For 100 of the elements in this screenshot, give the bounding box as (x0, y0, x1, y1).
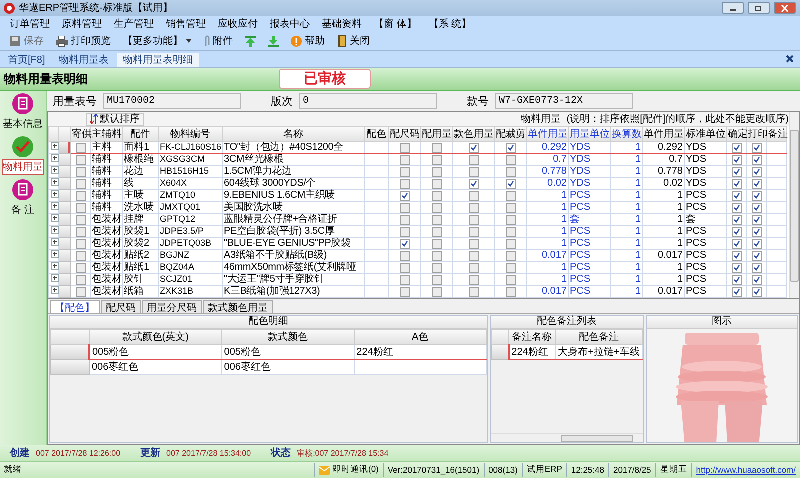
checkbox[interactable] (400, 190, 410, 200)
checkbox[interactable] (432, 154, 442, 164)
checkbox[interactable] (468, 214, 478, 224)
checkbox[interactable] (732, 166, 742, 176)
checkbox[interactable] (752, 238, 762, 248)
checkbox[interactable] (752, 226, 762, 236)
checkbox[interactable] (76, 238, 86, 248)
checkbox[interactable] (732, 226, 742, 236)
checkbox[interactable] (468, 250, 478, 260)
checkbox[interactable] (752, 250, 762, 260)
checkbox[interactable] (752, 274, 762, 284)
checkbox[interactable] (432, 226, 442, 236)
sort-button[interactable]: 默认排序 (86, 112, 144, 126)
checkbox[interactable] (506, 214, 516, 224)
checkbox[interactable] (468, 202, 478, 212)
checkbox[interactable] (400, 214, 410, 224)
checkbox[interactable] (432, 286, 442, 296)
sidebar-item[interactable]: 基本信息 (2, 93, 44, 132)
checkbox[interactable] (432, 262, 442, 272)
checkbox[interactable] (76, 226, 86, 236)
menu-item[interactable]: 【系 统】 (428, 17, 472, 31)
checkbox[interactable] (432, 250, 442, 260)
checkbox[interactable] (468, 226, 478, 236)
checkbox[interactable] (732, 190, 742, 200)
checkbox[interactable] (506, 286, 516, 296)
checkbox[interactable] (468, 142, 478, 152)
menu-item[interactable]: 报表中心 (270, 17, 310, 31)
checkbox[interactable] (468, 154, 478, 164)
column-header[interactable]: 备注 (766, 126, 786, 142)
checkbox[interactable] (732, 238, 742, 248)
move-button[interactable] (243, 33, 258, 49)
checkbox[interactable] (506, 250, 516, 260)
checkbox[interactable] (400, 166, 410, 176)
column-header[interactable]: 款色用量 (452, 126, 494, 142)
checkbox[interactable] (432, 202, 442, 212)
checkbox[interactable] (400, 202, 410, 212)
checkbox[interactable] (506, 190, 516, 200)
input-field[interactable]: W7-GXE0773-12X (495, 93, 633, 109)
checkbox[interactable] (432, 142, 442, 152)
checkbox[interactable] (400, 262, 410, 272)
minimize-button[interactable] (722, 2, 744, 14)
menu-item[interactable]: 生产管理 (114, 17, 154, 31)
toolbar-button[interactable]: 帮助 (289, 33, 327, 49)
checkbox[interactable] (76, 154, 86, 164)
checkbox[interactable] (506, 274, 516, 284)
column-header[interactable]: 换算数 (610, 126, 642, 142)
checkbox[interactable] (400, 142, 410, 152)
checkbox[interactable] (506, 142, 516, 152)
checkbox[interactable] (468, 190, 478, 200)
checkbox[interactable] (468, 238, 478, 248)
checkbox[interactable] (732, 250, 742, 260)
input-field[interactable]: 0 (299, 93, 437, 109)
column-header[interactable]: 用量单位 (568, 126, 610, 142)
column-header[interactable]: 物料编号 (158, 126, 222, 142)
checkbox[interactable] (400, 238, 410, 248)
column-header[interactable]: 配用量 (420, 126, 452, 142)
messages-button[interactable]: 即时通讯(0) (314, 463, 383, 477)
toolbar-button[interactable]: 关闭 (335, 33, 372, 49)
input-field[interactable]: MU170002 (103, 93, 241, 109)
column-header[interactable]: 主辅料 (90, 126, 122, 142)
column-header[interactable]: 备注名称 (508, 330, 556, 344)
checkbox[interactable] (432, 238, 442, 248)
column-header[interactable]: A色 (354, 330, 486, 344)
checkbox[interactable] (506, 178, 516, 188)
checkbox[interactable] (400, 274, 410, 284)
column-header[interactable]: 款式颜色(英文) (89, 330, 222, 344)
menu-item[interactable]: 原料管理 (62, 17, 102, 31)
checkbox[interactable] (76, 274, 86, 284)
checkbox[interactable] (400, 178, 410, 188)
document-tab[interactable]: 物料用量表明细 (117, 53, 200, 67)
checkbox[interactable] (732, 286, 742, 296)
column-header[interactable]: 标准单位 (684, 126, 726, 142)
checkbox[interactable] (400, 226, 410, 236)
detail-tab[interactable]: 款式颜色用量 (203, 300, 273, 313)
column-header[interactable]: 确定 (726, 126, 746, 142)
checkbox[interactable] (752, 142, 762, 152)
scrollbar[interactable] (789, 112, 799, 298)
toolbar-button[interactable]: 【更多功能】 (121, 33, 194, 49)
checkbox[interactable] (432, 274, 442, 284)
menu-item[interactable]: 应收应付 (218, 17, 258, 31)
checkbox[interactable] (732, 202, 742, 212)
menu-item[interactable]: 订单管理 (10, 17, 50, 31)
column-header[interactable]: 配件 (122, 126, 158, 142)
column-header[interactable]: 配色 (364, 126, 388, 142)
checkbox[interactable] (752, 166, 762, 176)
checkbox[interactable] (732, 178, 742, 188)
checkbox[interactable] (506, 154, 516, 164)
column-header[interactable]: 名称 (222, 126, 364, 142)
checkbox[interactable] (76, 190, 86, 200)
detail-tab[interactable]: 用量分尺码 (142, 300, 202, 313)
checkbox[interactable] (506, 166, 516, 176)
row-header[interactable] (492, 344, 509, 360)
menu-item[interactable]: 销售管理 (166, 17, 206, 31)
close-icon[interactable] (786, 55, 794, 63)
checkbox[interactable] (400, 286, 410, 296)
checkbox[interactable] (432, 190, 442, 200)
detail-tab[interactable]: 【配色】 (50, 300, 100, 313)
checkbox[interactable] (400, 154, 410, 164)
checkbox[interactable] (76, 142, 86, 152)
checkbox[interactable] (76, 250, 86, 260)
